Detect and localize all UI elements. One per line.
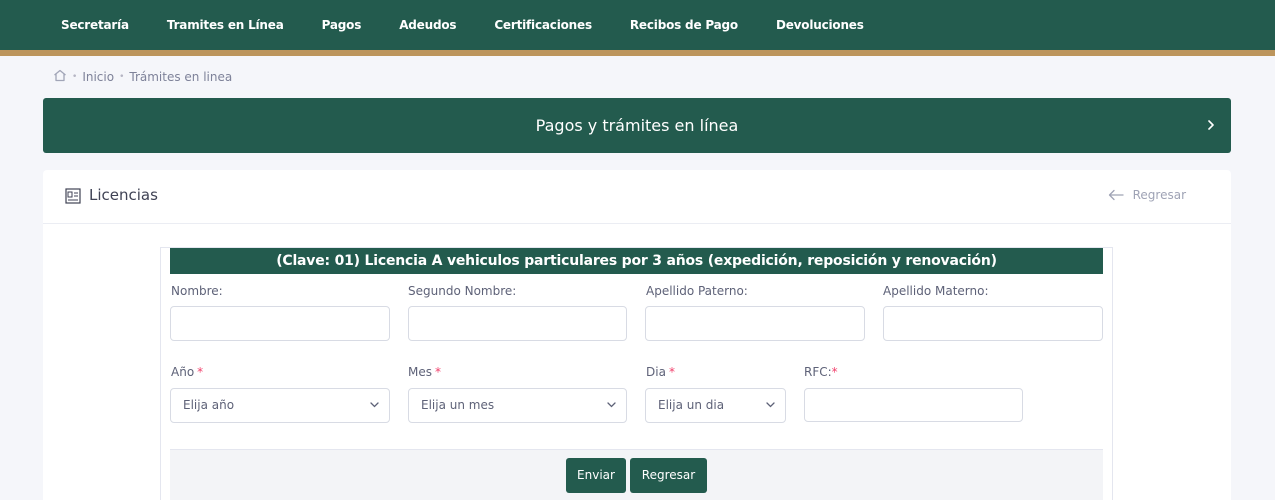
enviar-button[interactable]: Enviar	[566, 458, 626, 493]
regresar-button[interactable]: Regresar	[630, 458, 707, 493]
dia-label: Dia *	[646, 365, 675, 379]
breadcrumb-separator: •	[119, 72, 125, 82]
nav-item-recibos[interactable]: Recibos de Pago	[630, 18, 738, 32]
nav-item-secretaria[interactable]: Secretaría	[61, 18, 129, 32]
breadcrumb-separator: •	[72, 72, 78, 82]
card-header: Licencias Regresar	[43, 170, 1231, 224]
arrow-left-icon	[1108, 189, 1124, 201]
form-title: (Clave: 01) Licencia A vehiculos particu…	[170, 248, 1103, 274]
page-banner[interactable]: Pagos y trámites en línea	[43, 98, 1231, 153]
breadcrumb-current: Trámites en linea	[129, 70, 233, 84]
chevron-down-icon	[370, 402, 379, 408]
required-mark: *	[668, 365, 675, 379]
regresar-link[interactable]: Regresar	[1108, 188, 1186, 202]
nombre-input[interactable]	[170, 306, 390, 341]
nav-menu: Secretaría Tramites en Línea Pagos Adeud…	[61, 0, 902, 50]
required-mark: *	[831, 365, 838, 379]
dia-selected: Elija un dia	[658, 398, 725, 412]
apellido-paterno-label: Apellido Paterno:	[646, 284, 748, 298]
dia-select[interactable]: Elija un dia	[645, 388, 786, 423]
apellido-materno-input[interactable]	[883, 306, 1103, 341]
home-icon[interactable]	[53, 69, 67, 85]
chevron-down-icon	[607, 402, 616, 408]
regresar-label: Regresar	[1132, 188, 1186, 202]
nombre-label: Nombre:	[171, 284, 223, 298]
anio-select[interactable]: Elija año	[170, 388, 390, 423]
top-navbar: Secretaría Tramites en Línea Pagos Adeud…	[0, 0, 1275, 50]
page-title: Pagos y trámites en línea	[535, 116, 739, 135]
nav-item-tramites[interactable]: Tramites en Línea	[167, 18, 284, 32]
apellido-paterno-input[interactable]	[645, 306, 865, 341]
segundo-nombre-input[interactable]	[408, 306, 627, 341]
required-mark: *	[435, 365, 441, 379]
id-card-icon	[65, 188, 81, 204]
nav-item-adeudos[interactable]: Adeudos	[399, 18, 456, 32]
segundo-nombre-label: Segundo Nombre:	[408, 284, 517, 298]
nav-item-certificaciones[interactable]: Certificaciones	[494, 18, 592, 32]
nav-item-devoluciones[interactable]: Devoluciones	[776, 18, 864, 32]
anio-label: Año *	[171, 365, 204, 379]
required-mark: *	[197, 365, 204, 379]
gold-divider	[0, 50, 1275, 56]
mes-label: Mes *	[408, 365, 441, 379]
rfc-input[interactable]	[804, 388, 1023, 422]
apellido-materno-label: Apellido Materno:	[883, 284, 989, 298]
breadcrumb: • Inicio • Trámites en linea	[53, 69, 232, 85]
mes-selected: Elija un mes	[421, 398, 495, 412]
chevron-right-icon[interactable]	[1203, 117, 1219, 133]
chevron-down-icon	[766, 402, 775, 408]
card-title: Licencias	[89, 186, 158, 204]
nav-item-pagos[interactable]: Pagos	[322, 18, 362, 32]
rfc-label: RFC:*	[804, 365, 838, 379]
anio-selected: Elija año	[183, 398, 235, 412]
mes-select[interactable]: Elija un mes	[408, 388, 627, 423]
breadcrumb-inicio[interactable]: Inicio	[82, 70, 114, 84]
